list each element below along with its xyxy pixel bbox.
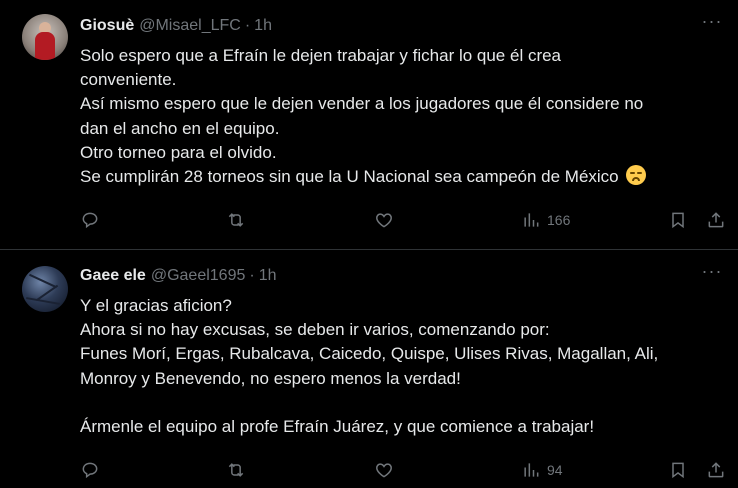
separator: ·: [244, 17, 251, 34]
retweet-icon: [228, 213, 244, 227]
separator: ·: [249, 267, 255, 284]
disappointed-face-icon: [626, 165, 647, 186]
tweet-line: Se cumplirán 28 torneos sin que la U Nac…: [80, 167, 619, 187]
reply-icon: [82, 462, 98, 479]
tweet-line: Y el gracias aficion?: [80, 296, 232, 315]
share-button[interactable]: [706, 208, 726, 232]
tweet-line: dan el ancho en el equipo.: [80, 118, 280, 138]
like-button[interactable]: [374, 208, 394, 232]
retweet-button[interactable]: [226, 208, 246, 232]
views-button[interactable]: 166: [521, 208, 570, 232]
tweet-line: conveniente.: [80, 70, 177, 90]
author-name[interactable]: Gaee ele: [80, 267, 146, 285]
tweet[interactable]: Gaee ele @Gaeel1695 · 1h ··· Y el gracia…: [0, 250, 738, 488]
tweet-line: Monroy y Benevendo, no espero menos la v…: [80, 368, 461, 388]
like-icon: [376, 213, 392, 228]
bookmark-icon: [672, 212, 684, 229]
share-icon: [708, 462, 724, 478]
retweet-icon: [228, 463, 244, 477]
views-count: 94: [547, 462, 563, 478]
more-options-icon[interactable]: ···: [700, 262, 724, 286]
share-button[interactable]: [706, 458, 726, 482]
author-name[interactable]: Giosuè: [80, 17, 134, 35]
tweet-line-wrap: Se cumplirán 28 torneos sin que la U Nac…: [80, 165, 720, 189]
views-icon: [524, 463, 539, 477]
tweet-header: Giosuè @Misael_LFC · 1h: [80, 17, 272, 35]
tweet-line: Ármenle el equipo al profe Efraín Juárez…: [80, 417, 595, 436]
reply-button[interactable]: [80, 458, 100, 482]
avatar[interactable]: [22, 266, 68, 312]
tweet-header: Gaee ele @Gaeel1695 · 1h: [80, 267, 276, 285]
tweet-line: Funes Morí, Ergas, Rubalcava, Caicedo, Q…: [80, 344, 659, 364]
tweet[interactable]: Giosuè @Misael_LFC · 1h ··· Solo espero …: [0, 0, 738, 250]
share-icon: [708, 212, 724, 228]
reply-button[interactable]: [80, 208, 100, 232]
action-bar: 166: [80, 208, 728, 232]
timestamp[interactable]: 1h: [259, 267, 277, 285]
tweet-line: Solo espero que a Efraín le dejen trabaj…: [80, 46, 562, 65]
bookmark-button[interactable]: [668, 458, 688, 482]
like-icon: [376, 463, 392, 478]
more-options-icon[interactable]: ···: [700, 12, 724, 36]
author-handle[interactable]: @Misael_LFC: [139, 17, 241, 35]
bookmark-icon: [672, 462, 684, 479]
reply-icon: [82, 212, 98, 229]
avatar[interactable]: [22, 14, 68, 60]
tweet-line: Otro torneo para el olvido.: [80, 142, 277, 162]
views-button[interactable]: 94: [521, 458, 563, 482]
tweet-line: Ahora si no hay excusas, se deben ir var…: [80, 320, 550, 340]
tweet-text: Solo espero que a Efraín le dejen trabaj…: [80, 44, 720, 189]
avatar-branch: [26, 297, 60, 305]
avatar-figure: [35, 32, 55, 60]
tweet-text: Y el gracias aficion? Ahora si no hay ex…: [80, 294, 720, 439]
action-bar: 94: [80, 458, 728, 482]
retweet-button[interactable]: [226, 458, 246, 482]
bookmark-button[interactable]: [668, 208, 688, 232]
author-handle[interactable]: @Gaeel1695: [151, 267, 246, 285]
like-button[interactable]: [374, 458, 394, 482]
views-icon: [524, 213, 539, 227]
views-count: 166: [547, 212, 571, 228]
timestamp[interactable]: 1h: [254, 17, 272, 35]
tweet-line: Así mismo espero que le dejen vender a l…: [80, 94, 644, 114]
